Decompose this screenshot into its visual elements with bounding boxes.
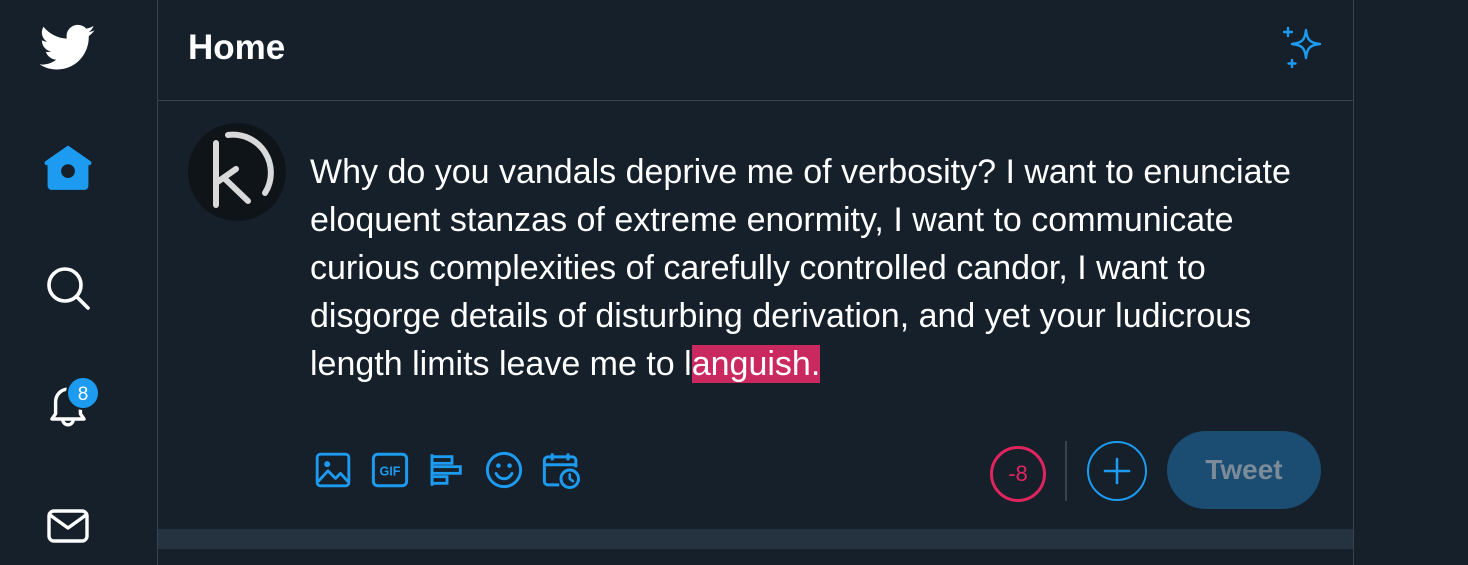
twitter-bird-icon <box>40 24 96 70</box>
media-button[interactable] <box>308 444 358 496</box>
compose-text-overflow: anguish. <box>691 345 821 383</box>
sparkle-icon <box>1282 26 1322 69</box>
poll-icon <box>430 454 462 486</box>
poll-button[interactable] <box>422 444 472 496</box>
top-tweets-button[interactable] <box>1278 24 1328 74</box>
timeline-header: Home <box>158 0 1353 101</box>
main-column: Home Why do you vandals deprive me of ve… <box>157 0 1354 565</box>
add-thread-button[interactable] <box>1087 441 1147 501</box>
mail-icon <box>47 509 89 543</box>
sidebar-item-explore[interactable] <box>38 258 98 318</box>
toolbar-divider <box>1065 441 1067 501</box>
image-icon <box>315 452 351 488</box>
character-counter-value: -8 <box>1008 461 1028 486</box>
character-counter: -8 <box>990 446 1046 502</box>
search-icon <box>47 267 90 310</box>
emoji-button[interactable] <box>479 444 529 496</box>
page-title: Home <box>188 28 286 67</box>
sidebar-item-notifications[interactable]: 8 <box>38 376 100 436</box>
sidebar-nav: 8 <box>0 0 157 565</box>
gif-icon: GIF <box>371 452 409 488</box>
sidebar-item-home[interactable] <box>38 137 98 197</box>
timeline-separator <box>158 529 1353 549</box>
avatar-logo <box>188 123 286 221</box>
tweet-composer: Why do you vandals deprive me of verbosi… <box>158 101 1353 529</box>
twitter-logo[interactable] <box>38 18 98 78</box>
svg-text:GIF: GIF <box>380 465 401 479</box>
emoji-icon <box>485 451 523 489</box>
home-icon <box>44 145 92 190</box>
avatar[interactable] <box>188 123 286 221</box>
notification-badge: 8 <box>66 376 100 410</box>
app: 8 Home Why do you vandals deprive me of … <box>0 0 1468 565</box>
schedule-button[interactable] <box>536 444 586 496</box>
plus-icon <box>1103 457 1131 485</box>
compose-textarea[interactable]: Why do you vandals deprive me of verbosi… <box>310 148 1310 388</box>
tweet-button[interactable]: Tweet <box>1167 431 1321 509</box>
sidebar-item-messages[interactable] <box>38 496 98 556</box>
gif-button[interactable]: GIF <box>365 444 415 496</box>
schedule-icon <box>542 453 580 489</box>
